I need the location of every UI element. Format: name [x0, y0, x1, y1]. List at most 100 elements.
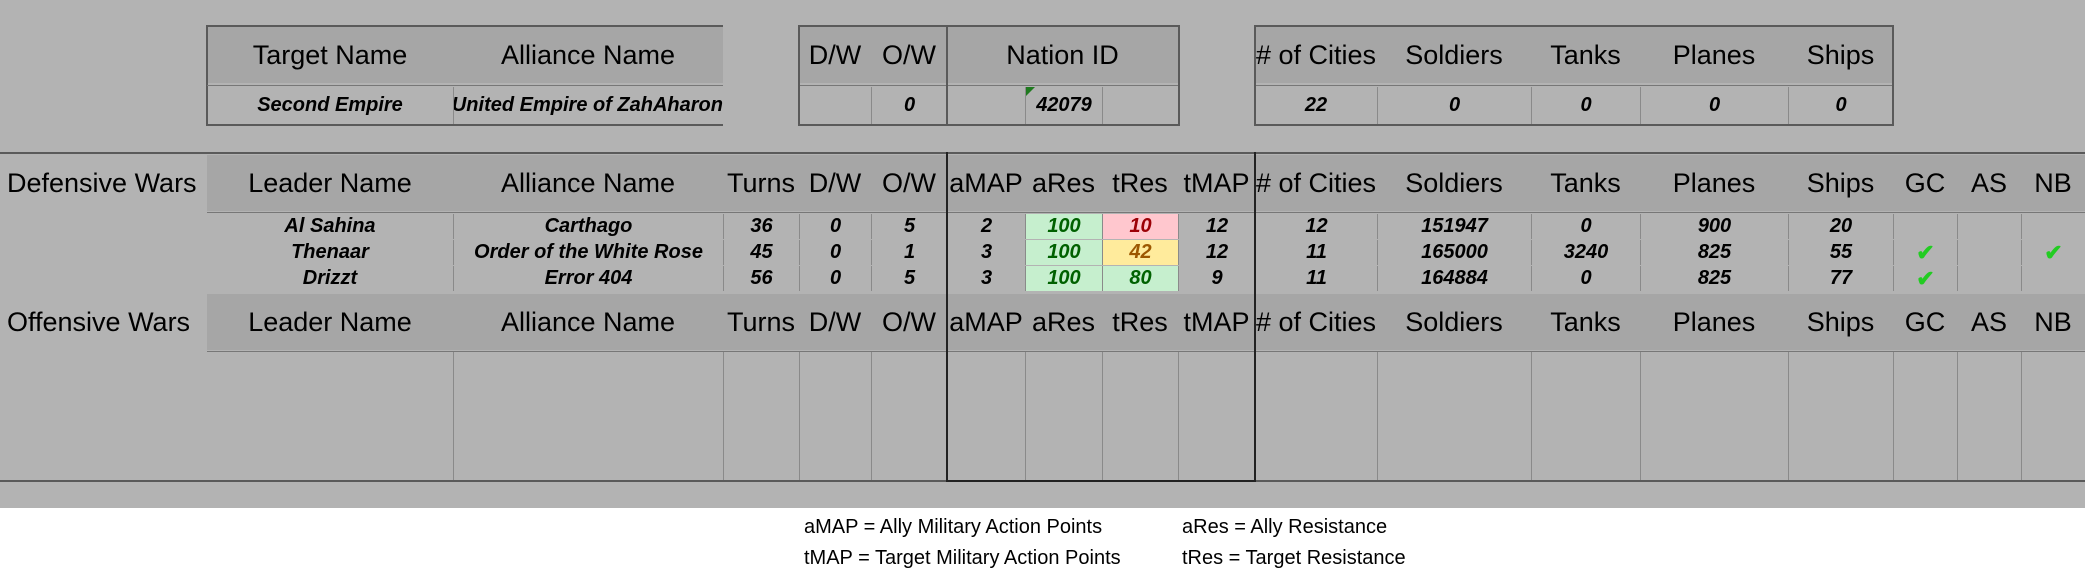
dw-cell[interactable]: 0 — [799, 214, 871, 239]
amap-cell[interactable]: 3 — [947, 240, 1025, 265]
offensive-empty-leader-cell[interactable] — [207, 352, 453, 480]
offensive-empty-as-cell[interactable] — [1957, 352, 2021, 480]
target-name-cell[interactable]: Second Empire — [207, 87, 453, 124]
def-header-tanks[interactable]: Tanks — [1531, 155, 1640, 211]
ow-cell[interactable]: 5 — [871, 266, 947, 291]
planes-cell[interactable]: 825 — [1640, 266, 1788, 291]
off-header-as[interactable]: AS — [1957, 294, 2021, 350]
def-header-cities[interactable]: # of Cities — [1255, 155, 1377, 211]
target-soldiers-cell[interactable]: 0 — [1377, 87, 1531, 124]
gc-cell[interactable] — [1893, 214, 1957, 239]
amap-cell[interactable]: 3 — [947, 266, 1025, 291]
turns-cell[interactable]: 56 — [723, 266, 799, 291]
off-header-dw[interactable]: D/W — [799, 294, 871, 350]
def-header-alliance[interactable]: Alliance Name — [453, 155, 723, 211]
header-ow[interactable]: O/W — [871, 27, 947, 83]
offensive-empty-soldiers-cell[interactable] — [1377, 352, 1531, 480]
dw-cell[interactable]: 0 — [799, 266, 871, 291]
offensive-empty-dw-cell[interactable] — [799, 352, 871, 480]
offensive-empty-ships-cell[interactable] — [1788, 352, 1893, 480]
header-target-name[interactable]: Target Name — [207, 27, 453, 83]
def-header-amap[interactable]: aMAP — [947, 155, 1025, 211]
ares-cell[interactable]: 100 — [1025, 266, 1102, 291]
target-alliance-cell[interactable]: e United Empire of ZahAharon — [453, 87, 723, 124]
leader-cell[interactable]: Drizzt — [207, 266, 453, 291]
nation-id-cell[interactable]: 42079 — [1025, 87, 1102, 124]
target-tanks-cell[interactable]: 0 — [1531, 87, 1640, 124]
offensive-empty-tanks-cell[interactable] — [1531, 352, 1640, 480]
header-cities[interactable]: # of Cities — [1255, 27, 1377, 83]
offensive-empty-cities-cell[interactable] — [1255, 352, 1377, 480]
header-ships[interactable]: Ships — [1788, 27, 1893, 83]
as-cell[interactable] — [1957, 240, 2021, 265]
def-header-tres[interactable]: tRes — [1102, 155, 1178, 211]
nb-cell[interactable]: ✔ — [2021, 240, 2085, 265]
tmap-cell[interactable]: 12 — [1178, 240, 1255, 265]
header-dw[interactable]: D/W — [799, 27, 871, 83]
gc-cell[interactable]: ✔ — [1893, 266, 1957, 291]
off-header-leader[interactable]: Leader Name — [207, 294, 453, 350]
off-header-nb[interactable]: NB — [2021, 294, 2085, 350]
planes-cell[interactable]: 825 — [1640, 240, 1788, 265]
def-header-ow[interactable]: O/W — [871, 155, 947, 211]
off-header-tmap[interactable]: tMAP — [1178, 294, 1255, 350]
header-soldiers[interactable]: Soldiers — [1377, 27, 1531, 83]
off-header-alliance[interactable]: Alliance Name — [453, 294, 723, 350]
off-header-cities[interactable]: # of Cities — [1255, 294, 1377, 350]
tanks-cell[interactable]: 0 — [1531, 266, 1640, 291]
def-header-dw[interactable]: D/W — [799, 155, 871, 211]
offensive-empty-tmap-cell[interactable] — [1178, 352, 1255, 480]
offensive-empty-turns-cell[interactable] — [723, 352, 799, 480]
as-cell[interactable] — [1957, 266, 2021, 291]
amap-cell[interactable]: 2 — [947, 214, 1025, 239]
turns-cell[interactable]: 36 — [723, 214, 799, 239]
target-cities-cell[interactable]: 22 — [1255, 87, 1377, 124]
soldiers-cell[interactable]: 164884 — [1377, 266, 1531, 291]
soldiers-cell[interactable]: 151947 — [1377, 214, 1531, 239]
alliance-cell[interactable]: Order of the White Rose — [453, 240, 723, 265]
tanks-cell[interactable]: 3240 — [1531, 240, 1640, 265]
def-header-ares[interactable]: aRes — [1025, 155, 1102, 211]
offensive-empty-ares-cell[interactable] — [1025, 352, 1102, 480]
offensive-empty-ow-cell[interactable] — [871, 352, 947, 480]
off-header-soldiers[interactable]: Soldiers — [1377, 294, 1531, 350]
header-tanks[interactable]: Tanks — [1531, 27, 1640, 83]
target-blank-cell[interactable] — [947, 87, 1025, 124]
def-header-gc[interactable]: GC — [1893, 155, 1957, 211]
off-header-ares[interactable]: aRes — [1025, 294, 1102, 350]
tmap-cell[interactable]: 9 — [1178, 266, 1255, 291]
off-header-amap[interactable]: aMAP — [947, 294, 1025, 350]
leader-cell[interactable]: Thenaar — [207, 240, 453, 265]
as-cell[interactable] — [1957, 214, 2021, 239]
tres-cell[interactable]: 10 — [1102, 214, 1178, 239]
gc-cell[interactable]: ✔ — [1893, 240, 1957, 265]
off-header-tres[interactable]: tRes — [1102, 294, 1178, 350]
target-dw-cell[interactable] — [799, 87, 871, 124]
nb-cell[interactable] — [2021, 214, 2085, 239]
offensive-empty-tres-cell[interactable] — [1102, 352, 1178, 480]
cities-cell[interactable]: 11 — [1255, 240, 1377, 265]
target-blank-cell-2[interactable] — [1102, 87, 1178, 124]
off-header-planes[interactable]: Planes — [1640, 294, 1788, 350]
header-planes[interactable]: Planes — [1640, 27, 1788, 83]
dw-cell[interactable]: 0 — [799, 240, 871, 265]
target-ow-cell[interactable]: 0 — [871, 87, 947, 124]
nb-cell[interactable] — [2021, 266, 2085, 291]
def-header-tmap[interactable]: tMAP — [1178, 155, 1255, 211]
tmap-cell[interactable]: 12 — [1178, 214, 1255, 239]
ow-cell[interactable]: 5 — [871, 214, 947, 239]
off-header-gc[interactable]: GC — [1893, 294, 1957, 350]
turns-cell[interactable]: 45 — [723, 240, 799, 265]
def-header-planes[interactable]: Planes — [1640, 155, 1788, 211]
offensive-empty-nb-cell[interactable] — [2021, 352, 2085, 480]
def-header-leader[interactable]: Leader Name — [207, 155, 453, 211]
ow-cell[interactable]: 1 — [871, 240, 947, 265]
def-header-soldiers[interactable]: Soldiers — [1377, 155, 1531, 211]
ships-cell[interactable]: 20 — [1788, 214, 1893, 239]
alliance-cell[interactable]: Error 404 — [453, 266, 723, 291]
off-header-ow[interactable]: O/W — [871, 294, 947, 350]
tanks-cell[interactable]: 0 — [1531, 214, 1640, 239]
def-header-ships[interactable]: Ships — [1788, 155, 1893, 211]
target-ships-cell[interactable]: 0 — [1788, 87, 1893, 124]
off-header-turns[interactable]: Turns — [723, 294, 799, 350]
